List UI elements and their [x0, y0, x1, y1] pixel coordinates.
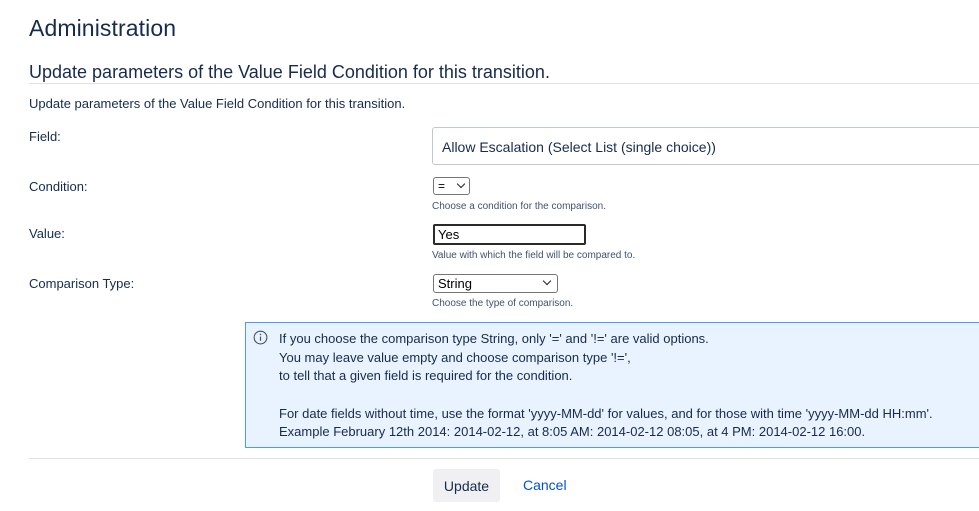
- value-input-text: Yes: [438, 227, 460, 242]
- chevron-down-icon: [456, 179, 466, 189]
- field-select-value: Allow Escalation (Select List (single ch…: [442, 139, 716, 155]
- field-select[interactable]: Allow Escalation (Select List (single ch…: [432, 127, 979, 165]
- page-title: Administration: [29, 15, 177, 41]
- condition-select[interactable]: =: [433, 177, 470, 195]
- comparison-type-label: Comparison Type:: [29, 276, 135, 291]
- heading-divider: [29, 83, 979, 84]
- condition-label: Condition:: [29, 179, 88, 194]
- form-heading: Update parameters of the Value Field Con…: [29, 62, 550, 82]
- info-icon: [253, 330, 268, 345]
- info-line: You may leave value empty and choose com…: [279, 349, 631, 365]
- comparison-type-select-value: String: [438, 276, 472, 291]
- info-line: Example February 12th 2014: 2014-02-12, …: [279, 424, 866, 440]
- value-input[interactable]: Yes: [433, 224, 586, 245]
- comparison-type-help: Choose the type of comparison.: [432, 298, 574, 309]
- comparison-type-select[interactable]: String: [433, 274, 558, 293]
- field-label: Field:: [29, 129, 61, 144]
- cancel-link[interactable]: Cancel: [523, 477, 567, 493]
- info-line: [279, 386, 933, 405]
- value-label: Value:: [29, 226, 65, 241]
- chevron-down-icon: [542, 276, 552, 286]
- page: Administration Update parameters of the …: [0, 0, 979, 511]
- value-help: Value with which the field will be compa…: [432, 250, 636, 261]
- info-panel: If you choose the comparison type String…: [245, 322, 979, 448]
- form-description: Update parameters of the Value Field Con…: [29, 96, 406, 111]
- condition-help: Choose a condition for the comparison.: [432, 201, 606, 212]
- footer-divider: [29, 458, 979, 459]
- info-line: to tell that a given field is required f…: [279, 368, 573, 384]
- info-line: If you choose the comparison type String…: [279, 331, 709, 346]
- info-text: If you choose the comparison type String…: [279, 330, 933, 442]
- info-line: For date fields without time, use the fo…: [279, 405, 933, 421]
- condition-select-value: =: [438, 179, 446, 193]
- update-button[interactable]: Update: [433, 469, 500, 502]
